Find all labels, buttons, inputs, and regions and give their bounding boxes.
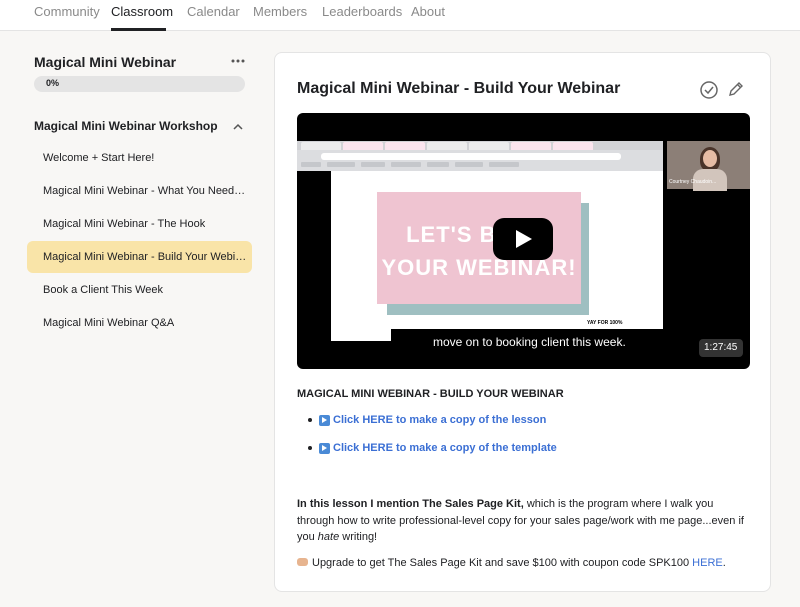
bookmark [391,162,421,167]
lesson-label: Welcome + Start Here! [43,152,155,164]
lesson-item-active[interactable]: Magical Mini Webinar - Build Your Webina… [27,241,252,273]
lesson-description: In this lesson I mention The Sales Page … [297,496,749,546]
lesson-label: Magical Mini Webinar - The Hook [43,218,206,230]
lesson-item[interactable]: Magical Mini Webinar - The Hook [27,208,252,240]
duration-text: 1:27:45 [704,342,738,353]
course-title: Magical Mini Webinar [34,54,177,70]
upgrade-line: Upgrade to get The Sales Page Kit and sa… [297,557,726,569]
lesson-title: Magical Mini Webinar - Build Your Webina… [297,80,621,97]
pointing-hand-icon [297,558,308,566]
video-browser-bar [297,141,663,171]
bullet-dot [308,446,312,450]
lesson-item[interactable]: Book a Client This Week [27,274,252,306]
bookmark [327,162,355,167]
top-nav: Community Classroom Calendar Members Lea… [0,0,800,31]
tab-classroom[interactable]: Classroom [111,4,173,19]
caption-text: move on to booking client this week. [433,335,626,349]
browser-tab [343,142,383,150]
section-title: MAGICAL MINI WEBINAR - BUILD YOUR WEBINA… [297,388,564,400]
copy-template-link[interactable]: Click HERE to make a copy of the templat… [333,442,557,454]
lesson-item[interactable]: Magical Mini Webinar - What You Need to … [27,175,252,207]
lesson-label: Magical Mini Webinar Q&A [43,317,175,329]
copy-lesson-link[interactable]: Click HERE to make a copy of the lesson [333,414,546,426]
browser-url-bar [321,153,621,160]
bookmark [301,162,321,167]
play-button[interactable] [493,218,553,260]
video-duration-badge: 1:27:45 [699,339,743,357]
right-arrow-icon [319,415,330,426]
play-icon [516,230,532,248]
bookmark [455,162,483,167]
bookmark [361,162,385,167]
tab-about[interactable]: About [411,4,445,19]
browser-tab-strip [297,141,663,150]
more-options-icon[interactable] [230,54,246,68]
browser-tab [553,142,593,150]
description-bold: In this lesson I mention The Sales Page … [297,498,524,510]
upgrade-here-link[interactable]: HERE [692,557,723,569]
browser-bookmarks [301,162,661,168]
presenter-name: Courtney Chaudoin... [669,179,717,185]
lesson-label: Magical Mini Webinar - What You Need to … [43,185,247,197]
description-end: writing! [339,531,378,543]
bookmark [427,162,449,167]
tab-leaderboards[interactable]: Leaderboards [322,4,402,19]
course-progress-bar: 0% [34,76,245,92]
browser-tab [301,142,341,150]
lesson-item[interactable]: Welcome + Start Here! [27,142,252,174]
lesson-card: Magical Mini Webinar - Build Your Webina… [274,52,771,592]
video-letterbox [297,171,331,341]
browser-tab [427,142,467,150]
progress-label: 0% [46,78,60,88]
browser-tab [511,142,551,150]
tab-members[interactable]: Members [253,4,307,19]
mark-complete-icon[interactable] [699,80,719,100]
description-italic: hate [317,531,340,543]
upgrade-text: Upgrade to get The Sales Page Kit and sa… [312,557,693,569]
upgrade-period: . [722,557,726,569]
tab-community[interactable]: Community [34,4,100,19]
tab-calendar[interactable]: Calendar [187,4,240,19]
right-arrow-icon [319,443,330,454]
video-caption: move on to booking client this week. [391,329,681,355]
pencil-icon[interactable] [727,80,745,98]
video-player[interactable]: LET'S BUILD YOUR WEBINAR! YAY FOR 100% C… [297,113,750,369]
presenter-face [703,150,717,167]
lesson-label: Book a Client This Week [43,284,164,296]
chevron-up-icon[interactable] [231,120,245,132]
module-title[interactable]: Magical Mini Webinar Workshop [34,119,218,133]
slide-footer-text: YAY FOR 100% [587,320,623,326]
browser-tab [385,142,425,150]
lesson-item[interactable]: Magical Mini Webinar Q&A [27,307,252,339]
presenter-webcam: Courtney Chaudoin... [667,141,750,191]
browser-tab [469,142,509,150]
bookmark [489,162,519,167]
bullet-dot [308,418,312,422]
lesson-label: Magical Mini Webinar - Build Your Webina… [43,251,247,263]
active-tab-indicator [111,28,166,31]
